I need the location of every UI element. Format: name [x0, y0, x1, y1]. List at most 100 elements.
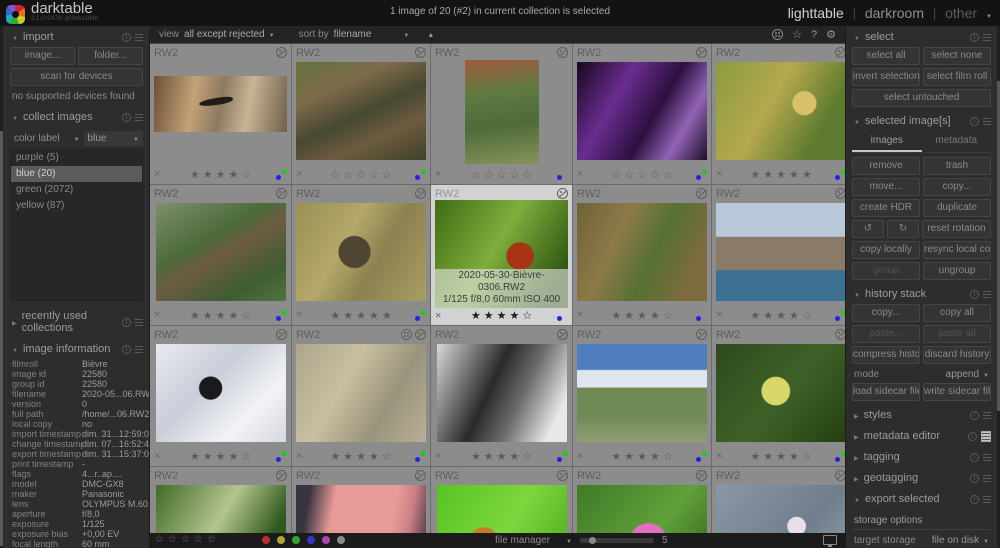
thumbnail-cell[interactable]: RW2×☆☆☆☆☆ — [150, 467, 291, 533]
star-filled-icon[interactable]: ★ — [624, 451, 637, 463]
thumbnail-cell[interactable]: RW2×★★★★☆ — [431, 326, 572, 466]
styles-section-header[interactable]: styles — [846, 404, 997, 425]
star-empty-icon[interactable]: ☆ — [241, 451, 254, 463]
thumbnail-cell[interactable]: RW2×☆☆☆☆☆ — [292, 44, 430, 184]
thumbnail-cell[interactable]: RW2×☆☆☆☆☆ — [431, 44, 572, 184]
star-filled-icon[interactable]: ★ — [776, 451, 789, 463]
star-filled-icon[interactable]: ★ — [471, 310, 484, 322]
collect-item[interactable]: green (2072) — [11, 182, 142, 198]
star-empty-icon[interactable]: ☆ — [637, 169, 650, 181]
reject-icon[interactable]: × — [577, 309, 591, 321]
star-empty-icon[interactable]: ☆ — [663, 169, 676, 181]
collect-value-dropdown[interactable]: blue — [84, 131, 143, 146]
color-filter-dot[interactable] — [322, 536, 330, 544]
compress-history-button[interactable]: compress history — [852, 346, 920, 364]
zoom-slider[interactable] — [580, 538, 654, 543]
collect-item[interactable]: blue (20) — [11, 166, 142, 182]
star-empty-icon[interactable]: ☆ — [509, 169, 522, 181]
star-rating[interactable]: ★★★★☆ — [730, 309, 835, 322]
collapse-arrow-icon[interactable] — [854, 473, 859, 484]
star-empty-icon[interactable]: ☆ — [802, 451, 815, 463]
rotate-ccw-button[interactable] — [852, 220, 884, 238]
collapse-arrow-icon[interactable] — [12, 344, 18, 355]
star-filled-icon[interactable]: ★ — [509, 451, 522, 463]
invert-selection-button[interactable]: invert selection — [852, 68, 920, 86]
collapse-arrow-icon[interactable] — [854, 410, 859, 421]
thumbnail-cell[interactable]: RW2×★★★★☆ — [712, 185, 845, 325]
star-filled-icon[interactable]: ★ — [789, 451, 802, 463]
star-empty-icon[interactable]: ☆ — [241, 310, 254, 322]
thumbnail-cell[interactable]: RW2×☆☆☆☆☆ — [573, 44, 711, 184]
reject-icon[interactable]: × — [296, 309, 310, 321]
info-icon[interactable] — [970, 411, 979, 420]
star-filled-icon[interactable]: ★ — [637, 451, 650, 463]
star-empty-icon[interactable]: ☆ — [522, 169, 535, 181]
reject-icon[interactable]: × — [296, 450, 310, 462]
rotate-cw-button[interactable] — [887, 220, 919, 238]
star-filled-icon[interactable]: ★ — [330, 310, 343, 322]
star-empty-icon[interactable]: ☆ — [241, 169, 254, 181]
star-rating[interactable]: ★★★★☆ — [168, 168, 276, 181]
resync-local-copy-button[interactable]: resync local copy — [923, 241, 991, 259]
star-filled-icon[interactable]: ★ — [343, 451, 356, 463]
star-empty-icon[interactable]: ☆ — [663, 310, 676, 322]
color-filter-dot[interactable] — [277, 536, 285, 544]
import-image-button[interactable]: image... — [10, 47, 75, 65]
copy-locally-button[interactable]: copy locally — [852, 241, 920, 259]
left-scrollbar[interactable] — [0, 26, 3, 548]
star-filled-icon[interactable]: ★ — [216, 451, 229, 463]
color-filter-dot[interactable] — [292, 536, 300, 544]
thumbnail-cell[interactable]: RW2×☆☆☆☆☆ — [431, 467, 572, 533]
thumbnail-cell[interactable]: RW2×★★★★☆ — [150, 185, 291, 325]
star-filled-icon[interactable]: ★ — [497, 451, 510, 463]
presets-menu-icon[interactable] — [983, 454, 991, 461]
thumbnail-cell[interactable]: RW2×★★★★☆ — [573, 326, 711, 466]
star-filled-icon[interactable]: ★ — [763, 169, 776, 181]
thumbnail-cell[interactable]: RW2×★★★★★ — [712, 44, 845, 184]
reject-icon[interactable]: × — [154, 168, 168, 180]
select-film-roll-button[interactable]: select film roll — [923, 68, 991, 86]
star-filled-icon[interactable]: ★ — [484, 310, 497, 322]
presets-menu-icon[interactable] — [983, 291, 991, 298]
star-filled-icon[interactable]: ★ — [330, 451, 343, 463]
metadata-editor-section-header[interactable]: metadata editor — [846, 425, 997, 446]
reject-icon[interactable]: × — [154, 309, 168, 321]
star-rating[interactable]: ★★★★☆ — [168, 309, 276, 322]
thumbnail-cell[interactable]: RW2×★★★★★ — [292, 185, 430, 325]
star-filled-icon[interactable]: ★ — [369, 310, 382, 322]
star-filled-icon[interactable]: ★ — [190, 310, 203, 322]
star-filled-icon[interactable]: ★ — [763, 310, 776, 322]
reset-rotation-button[interactable]: reset rotation — [922, 220, 991, 238]
ungroup-button[interactable]: ungroup — [923, 262, 991, 280]
history-paste-button[interactable]: paste... — [852, 325, 920, 343]
star-empty-icon[interactable]: ☆ — [382, 169, 395, 181]
star-empty-icon[interactable]: ☆ — [522, 451, 535, 463]
grouping-icon[interactable] — [772, 29, 783, 40]
collapse-arrow-icon[interactable] — [12, 112, 18, 123]
reject-icon[interactable]: × — [716, 168, 730, 180]
star-rating[interactable]: ★★★★☆ — [591, 309, 696, 322]
filter-stars[interactable]: ☆☆☆☆☆ — [155, 534, 220, 545]
star-filled-icon[interactable]: ★ — [637, 310, 650, 322]
group-button[interactable]: group — [852, 262, 920, 280]
reject-icon[interactable]: × — [435, 450, 449, 462]
trash-button[interactable]: trash — [923, 157, 991, 175]
star-rating[interactable]: ★★★★☆ — [449, 309, 557, 322]
star-filled-icon[interactable]: ★ — [190, 451, 203, 463]
presets-menu-icon[interactable] — [135, 34, 143, 41]
star-filled-icon[interactable]: ★ — [343, 310, 356, 322]
help-icon[interactable]: ? — [811, 29, 817, 41]
collapse-arrow-icon[interactable] — [854, 32, 860, 43]
presets-menu-icon[interactable] — [983, 34, 991, 41]
info-icon[interactable] — [970, 290, 979, 299]
view-lighttable[interactable]: lighttable — [788, 5, 844, 21]
star-rating[interactable]: ★★★★★ — [310, 309, 415, 322]
sort-dropdown[interactable]: filename — [334, 29, 372, 40]
presets-menu-icon[interactable] — [135, 319, 143, 326]
star-filled-icon[interactable]: ★ — [497, 310, 510, 322]
star-filled-icon[interactable]: ★ — [228, 451, 241, 463]
display-profile-icon[interactable] — [823, 535, 837, 545]
duplicate-button[interactable]: duplicate — [923, 199, 991, 217]
star-rating[interactable]: ★★★★☆ — [730, 450, 835, 463]
export-section-header[interactable]: export selected — [846, 488, 997, 509]
